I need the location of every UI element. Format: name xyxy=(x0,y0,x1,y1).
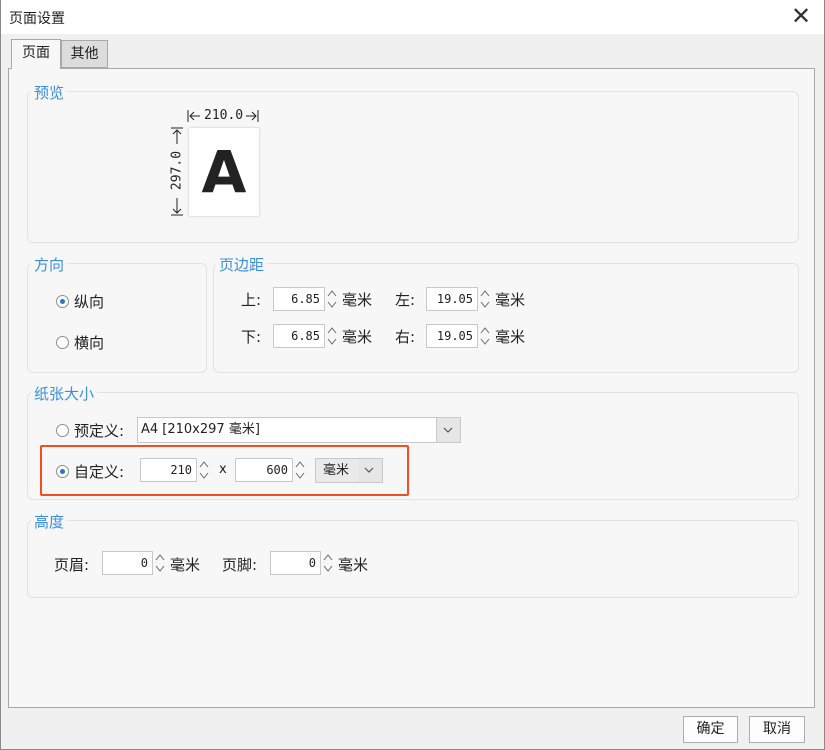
margin-top-label: 上: xyxy=(241,291,262,309)
tab-page[interactable]: 页面 xyxy=(11,39,61,69)
footer-height-spinner[interactable] xyxy=(321,551,335,575)
header-height-spinner[interactable] xyxy=(153,551,167,575)
close-icon[interactable]: ✕ xyxy=(788,3,814,29)
landscape-label[interactable]: 横向 xyxy=(74,332,104,353)
spinner-arrows-icon[interactable] xyxy=(293,458,307,482)
footer-unit: 毫米 xyxy=(338,556,369,574)
margin-bottom-input[interactable]: 6.85 xyxy=(273,324,325,348)
tab-other[interactable]: 其他 xyxy=(61,40,108,68)
spinner-arrows-icon[interactable] xyxy=(325,287,339,311)
spinner-arrows-icon[interactable] xyxy=(478,324,492,348)
dialog-title: 页面设置 xyxy=(9,11,65,27)
orientation-group xyxy=(27,263,207,373)
height-group-label: 高度 xyxy=(31,511,68,532)
unit-dropdown-button[interactable] xyxy=(358,459,382,482)
margin-top-input[interactable]: 6.85 xyxy=(273,287,325,311)
preview-group-label: 预览 xyxy=(31,82,68,103)
footer-height-input[interactable]: 0 xyxy=(270,551,321,575)
predefined-select-value: A4 [210x297 毫米] xyxy=(141,422,260,437)
landscape-radio[interactable] xyxy=(56,336,69,349)
header-label: 页眉: xyxy=(54,556,90,574)
ok-button[interactable]: 确定 xyxy=(683,716,738,743)
custom-label[interactable]: 自定义: xyxy=(74,461,124,482)
predefined-radio[interactable] xyxy=(56,424,69,437)
margin-top-spinner[interactable] xyxy=(325,287,339,311)
predefined-dropdown-button[interactable] xyxy=(436,418,460,442)
orientation-group-label: 方向 xyxy=(31,254,68,275)
margins-group-label: 页边距 xyxy=(216,254,268,275)
header-unit: 毫米 xyxy=(170,556,201,574)
portrait-radio[interactable] xyxy=(56,295,69,308)
preview-height-label: 297.0 xyxy=(169,150,185,191)
margin-right-label: 右: xyxy=(395,328,416,346)
margin-right-unit: 毫米 xyxy=(495,328,526,346)
margin-bottom-spinner[interactable] xyxy=(325,324,339,348)
margin-left-spinner[interactable] xyxy=(478,287,492,311)
paper-preview: A xyxy=(189,128,259,216)
unit-select[interactable]: 毫米 xyxy=(315,458,383,483)
spinner-arrows-icon[interactable] xyxy=(321,551,335,575)
margin-left-unit: 毫米 xyxy=(495,291,526,309)
spinner-arrows-icon[interactable] xyxy=(478,287,492,311)
chevron-down-icon[interactable] xyxy=(358,459,380,482)
margin-left-label: 左: xyxy=(395,291,416,309)
chevron-down-icon[interactable] xyxy=(437,418,459,442)
custom-width-input[interactable]: 210 xyxy=(140,458,197,482)
paper-size-group-label: 纸张大小 xyxy=(31,383,98,404)
footer-label: 页脚: xyxy=(222,556,258,574)
margins-group xyxy=(213,263,799,373)
custom-height-input[interactable]: 600 xyxy=(235,458,293,482)
times-sign: x xyxy=(219,462,227,477)
cancel-button[interactable]: 取消 xyxy=(749,716,805,743)
spinner-arrows-icon[interactable] xyxy=(197,458,211,482)
preview-letter: A xyxy=(201,138,247,206)
margin-right-spinner[interactable] xyxy=(478,324,492,348)
custom-width-spinner[interactable] xyxy=(197,458,211,482)
portrait-label[interactable]: 纵向 xyxy=(74,291,104,312)
margin-bottom-label: 下: xyxy=(241,328,262,346)
spinner-arrows-icon[interactable] xyxy=(153,551,167,575)
header-height-input[interactable]: 0 xyxy=(102,551,153,575)
predefined-select[interactable]: A4 [210x297 毫米] xyxy=(137,417,461,443)
title-bar: 页面设置 ✕ xyxy=(1,0,824,34)
margin-right-input[interactable]: 19.05 xyxy=(426,324,478,348)
preview-width-label: 210.0 xyxy=(204,108,244,123)
spinner-arrows-icon[interactable] xyxy=(325,324,339,348)
preview-group xyxy=(27,91,799,243)
margin-left-input[interactable]: 19.05 xyxy=(426,287,478,311)
custom-radio[interactable] xyxy=(56,465,69,478)
page-setup-dialog: 页面设置 ✕ 页面 其他 预览 210.0 297.0 A 方向 纵向 横向 页… xyxy=(0,0,825,750)
unit-select-value: 毫米 xyxy=(323,463,350,478)
paper-size-group xyxy=(27,392,799,500)
margin-top-unit: 毫米 xyxy=(342,291,373,309)
margin-bottom-unit: 毫米 xyxy=(342,328,373,346)
custom-height-spinner[interactable] xyxy=(293,458,307,482)
predefined-label[interactable]: 预定义: xyxy=(74,420,124,441)
